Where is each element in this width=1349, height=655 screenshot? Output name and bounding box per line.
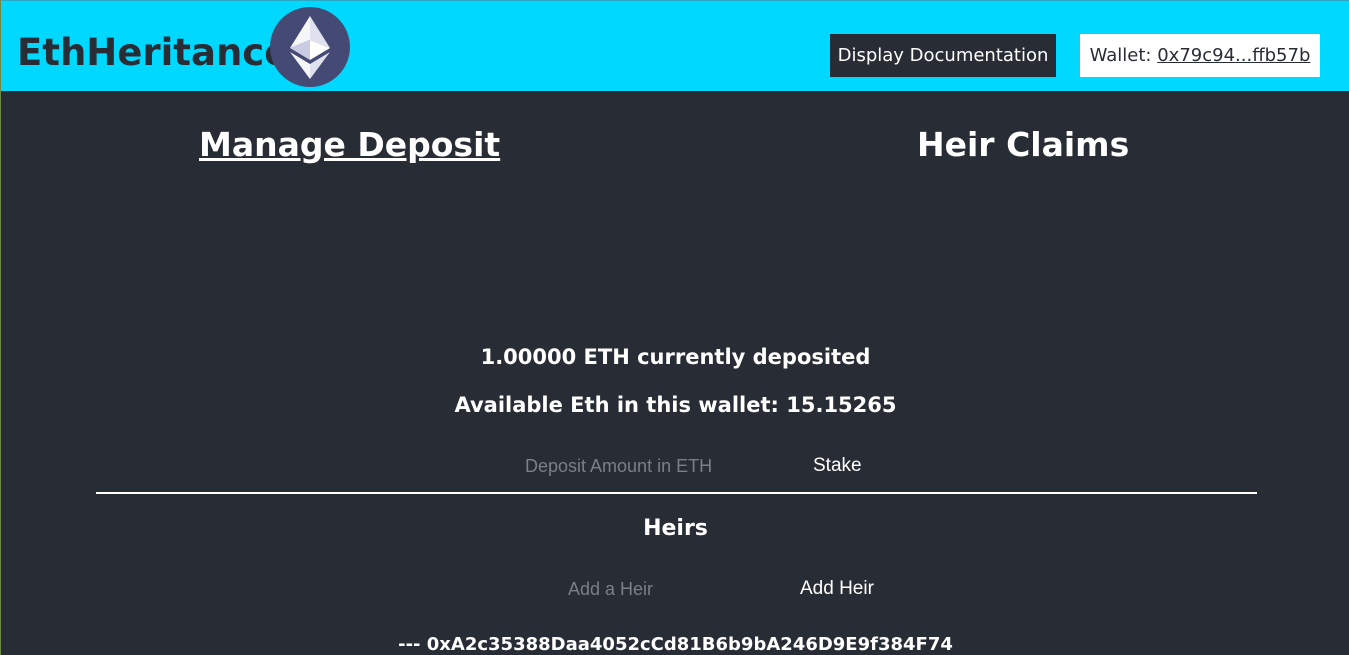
top-header: EthHeritance Display Documentation Walle…: [1, 0, 1349, 91]
add-heir-button[interactable]: Add Heir: [800, 576, 874, 602]
wallet-label: Wallet:: [1089, 45, 1158, 66]
ethereum-icon: [270, 7, 350, 87]
app-page: EthHeritance Display Documentation Walle…: [0, 0, 1349, 655]
tab-heir-claims[interactable]: Heir Claims: [917, 122, 1129, 168]
tab-manage-deposit[interactable]: Manage Deposit: [199, 122, 500, 168]
wallet-address-link[interactable]: 0x79c94...ffb57b: [1157, 45, 1310, 66]
available-balance: Available Eth in this wallet: 15.15265: [454, 393, 897, 417]
heirs-heading: Heirs: [643, 516, 708, 541]
wallet-badge: Wallet: 0x79c94...ffb57b: [1080, 34, 1320, 77]
add-heir-input[interactable]: Add a Heir: [568, 576, 653, 602]
heir-list-item: --- 0xA2c35388Daa4052cCd81B6b9bA246D9E9f…: [398, 634, 953, 655]
section-divider: [96, 492, 1257, 494]
deposit-amount-input[interactable]: Deposit Amount in ETH: [525, 453, 712, 479]
stake-button[interactable]: Stake: [813, 453, 862, 479]
brand-title: EthHeritance: [17, 31, 290, 74]
deposited-amount: 1.00000 ETH currently deposited: [480, 345, 871, 369]
display-documentation-button[interactable]: Display Documentation: [830, 34, 1056, 77]
